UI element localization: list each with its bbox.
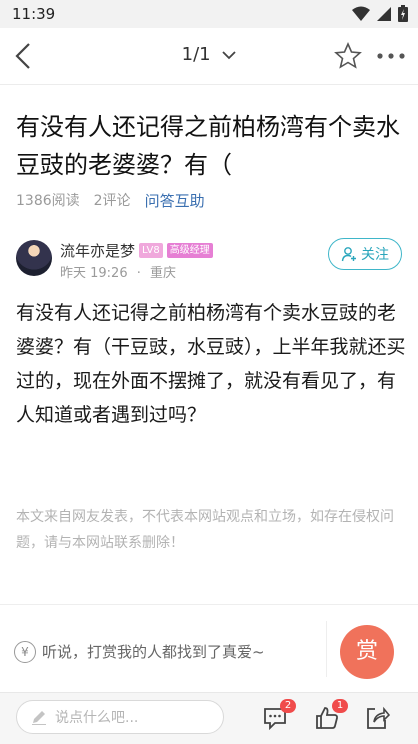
follow-button[interactable]: 关注 xyxy=(328,238,402,270)
comment-placeholder: 说点什么吧... xyxy=(55,710,139,726)
top-nav-bar: 1/1 xyxy=(0,28,418,85)
divider xyxy=(326,621,327,677)
favorite-star-icon[interactable] xyxy=(334,42,362,70)
post-title: 有没有人还记得之前柏杨湾有个卖水豆豉的老婆婆？有（ xyxy=(16,113,400,179)
share-icon xyxy=(367,706,391,729)
reward-prompt: 听说，打赏我的人都找到了真爱~ xyxy=(42,643,265,661)
more-options-icon[interactable] xyxy=(376,48,406,64)
reward-section: ¥ 听说，打赏我的人都找到了真爱~ 赏 xyxy=(0,604,418,693)
page-indicator-label: 1/1 xyxy=(181,44,211,65)
author-subinfo: 昨天 19:26 · 重庆 xyxy=(60,262,176,281)
read-count: 1386阅读 xyxy=(16,193,80,209)
pencil-icon xyxy=(32,711,46,725)
author-name-row: 流年亦是梦 LV8 高级经理 xyxy=(60,240,213,261)
share-button[interactable] xyxy=(364,705,391,731)
post-meta: 1386阅读 2评论 问答互助 xyxy=(16,190,205,211)
meta-separator: · xyxy=(136,266,141,281)
comment-count-badge: 2 xyxy=(280,699,296,713)
rank-badge: 高级经理 xyxy=(166,243,213,258)
signal-icon xyxy=(377,6,391,21)
reward-button[interactable]: 赏 xyxy=(340,625,394,679)
status-time: 11:39 xyxy=(12,5,56,23)
wifi-icon xyxy=(352,6,370,21)
status-icons xyxy=(352,5,408,22)
comment-input[interactable]: 说点什么吧... xyxy=(16,700,224,734)
comment-count-text: 2评论 xyxy=(93,193,131,209)
battery-icon xyxy=(398,5,408,22)
comments-button[interactable]: 2 xyxy=(262,699,296,731)
category-tag[interactable]: 问答互助 xyxy=(145,190,205,211)
follow-label: 关注 xyxy=(361,247,389,263)
yen-icon: ¥ xyxy=(14,641,36,663)
author-name[interactable]: 流年亦是梦 xyxy=(60,240,135,261)
like-count-badge: 1 xyxy=(332,699,348,713)
like-button[interactable]: 1 xyxy=(314,699,348,731)
status-bar: 11:39 xyxy=(0,0,418,28)
level-badge: LV8 xyxy=(139,243,163,258)
author-row: 流年亦是梦 LV8 高级经理 昨天 19:26 · 重庆 关注 xyxy=(16,236,406,282)
post-body: 有没有人还记得之前柏杨湾有个卖水豆豉的老婆婆？有（干豆豉，水豆豉），上半年我就还… xyxy=(16,302,406,426)
avatar[interactable] xyxy=(16,240,52,276)
chevron-down-icon xyxy=(222,51,236,60)
post-location: 重庆 xyxy=(150,266,177,281)
post-time: 昨天 19:26 xyxy=(60,266,128,281)
disclaimer: 本文来自网友发表，不代表本网站观点和立场，如存在侵权问题，请与本网站联系删除！ xyxy=(16,509,394,551)
add-user-icon xyxy=(341,247,356,262)
bottom-action-bar: 说点什么吧... 2 1 xyxy=(0,692,418,744)
